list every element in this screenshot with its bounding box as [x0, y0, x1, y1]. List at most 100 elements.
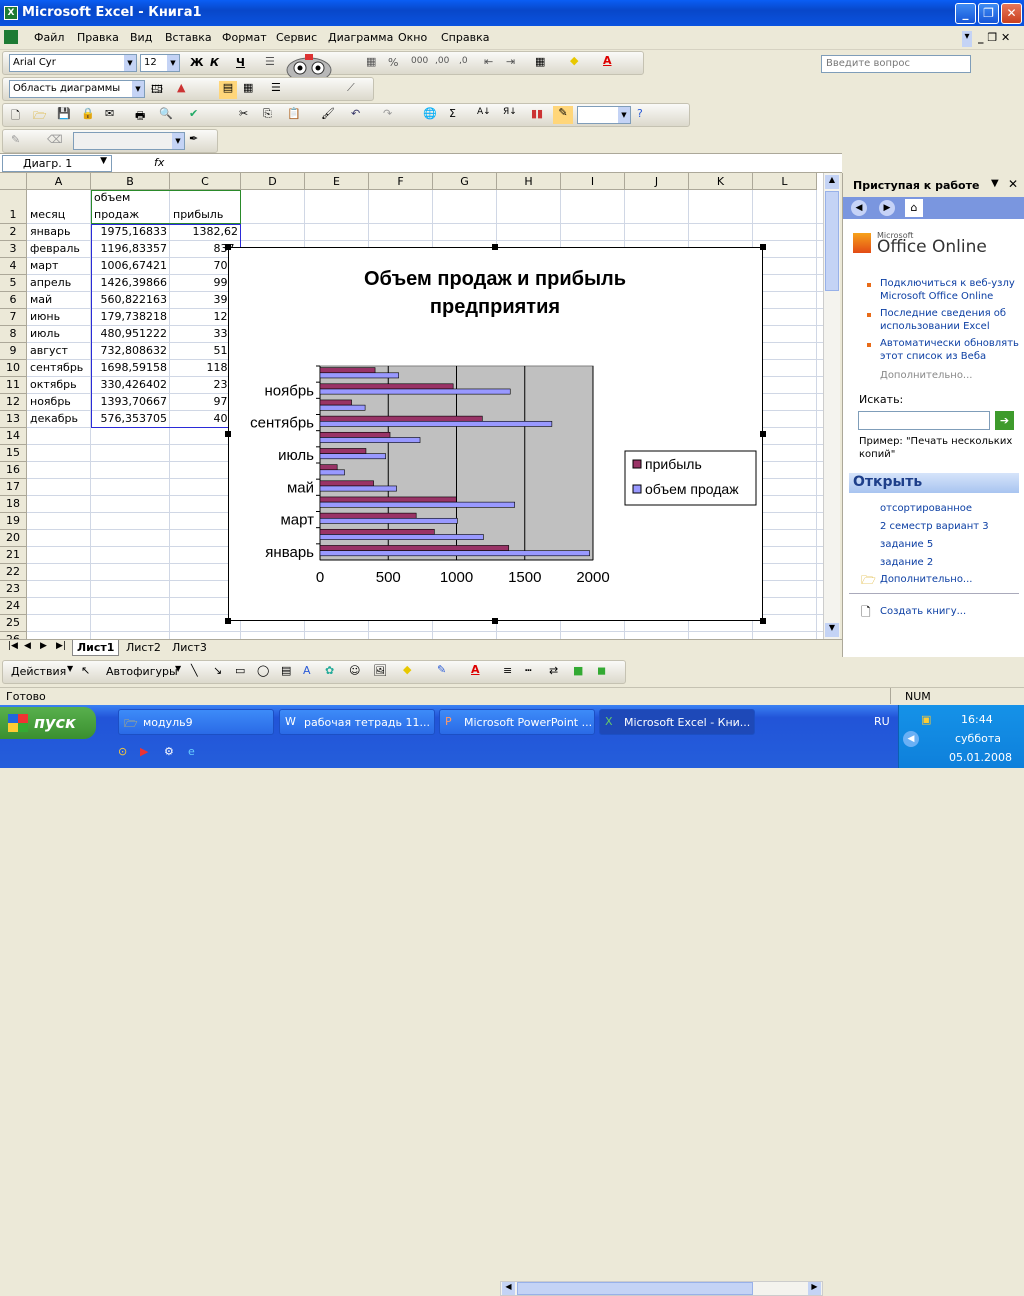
row-header[interactable]: 8 [0, 326, 27, 343]
column-header[interactable]: C [170, 173, 241, 190]
menu-format[interactable]: Формат [222, 31, 267, 44]
draw-font-color-icon[interactable]: A [471, 663, 480, 676]
column-header[interactable]: L [753, 173, 817, 190]
row-header[interactable]: 7 [0, 309, 27, 326]
chart-svg[interactable]: Объем продаж и прибыль предприятия 0 500 1… [229, 248, 764, 622]
chevron-down-icon[interactable]: ▼ [167, 55, 179, 71]
bar-profit[interactable] [319, 448, 367, 454]
bar-sales[interactable] [319, 534, 484, 540]
tab-nav-last-icon[interactable]: ▶| [52, 640, 70, 656]
column-header[interactable]: D [241, 173, 305, 190]
zoom-combo[interactable]: ▼ [577, 106, 631, 124]
bar-profit[interactable] [319, 496, 457, 503]
tab-nav-next-icon[interactable]: ▶ [36, 640, 51, 656]
arrow-icon[interactable]: ↘ [213, 664, 222, 677]
menu-chart[interactable]: Диаграмма [328, 31, 393, 44]
format-chart-area-icon[interactable]: 🖽 [151, 81, 163, 100]
row-header[interactable]: 11 [0, 377, 27, 394]
row-header[interactable]: 3 [0, 241, 27, 258]
task-workbook-doc[interactable]: Wрабочая тетрадь 11... [279, 709, 435, 735]
resize-handle-mr[interactable] [760, 431, 766, 437]
resize-handle-bl[interactable] [225, 618, 231, 624]
paste-icon[interactable]: 📋 [287, 107, 301, 120]
cell-month[interactable]: июль [30, 327, 88, 340]
quicklaunch-icon-2[interactable]: ▶ [140, 745, 148, 758]
row-header[interactable]: 12 [0, 394, 27, 411]
clock-time[interactable]: 16:44 [961, 713, 993, 726]
chart-type-icon[interactable]: ▲ [177, 81, 185, 94]
decrease-indent-icon[interactable]: ⇤ [484, 55, 493, 68]
chevron-down-icon[interactable]: ▼ [172, 133, 184, 149]
draw-fill-color-icon[interactable]: ◆ [403, 663, 411, 676]
task-excel[interactable]: X Microsoft Excel - Кни... [599, 709, 755, 735]
copy-icon[interactable]: ⎘ [263, 107, 272, 121]
comment-icon[interactable]: ✎ [11, 133, 20, 146]
oval-icon[interactable]: ◯ [257, 664, 269, 677]
print-preview-icon[interactable]: 🔍 [159, 107, 173, 120]
name-box[interactable]: Диагр. 1 ▼ [2, 155, 112, 172]
tab-sheet2[interactable]: Лист2 [122, 640, 165, 656]
row-header[interactable]: 2 [0, 224, 27, 241]
recent-file-3[interactable]: задание 5 [880, 538, 933, 551]
bar-profit[interactable] [319, 431, 391, 438]
bar-sales[interactable] [319, 404, 366, 411]
column-header[interactable]: E [305, 173, 369, 190]
spelling-icon[interactable]: ✔ [189, 107, 198, 120]
new-icon[interactable]: 🗋 [11, 107, 20, 126]
cell-month[interactable]: январь [30, 225, 88, 238]
menu-file[interactable]: Файл [34, 31, 64, 44]
bar-profit[interactable] [319, 383, 454, 390]
row-header[interactable]: 16 [0, 462, 27, 479]
menu-insert[interactable]: Вставка [165, 31, 212, 44]
close-button[interactable]: ✕ [1001, 3, 1022, 24]
wordart-icon[interactable]: A [303, 664, 311, 677]
bar-sales[interactable] [319, 469, 345, 476]
quicklaunch-icon-1[interactable]: ⊙ [118, 745, 127, 758]
maximize-button[interactable]: ❐ [978, 3, 999, 24]
tray-expand-icon[interactable]: ◀ [903, 731, 919, 747]
align-left-icon[interactable]: ☰ [265, 55, 275, 68]
textbox-icon[interactable]: ▤ [281, 664, 291, 677]
resize-handle-tr[interactable] [760, 244, 766, 250]
row-header[interactable]: 13 [0, 411, 27, 428]
clipart-icon[interactable]: ☺ [349, 664, 360, 677]
column-header[interactable]: A [27, 173, 91, 190]
font-color-icon[interactable]: A [603, 54, 612, 67]
cell-month[interactable]: август [30, 344, 88, 357]
rectangle-icon[interactable]: ▭ [235, 664, 245, 677]
task-pane-menu-icon[interactable]: ▼ [991, 178, 999, 189]
ask-dropdown-arrow[interactable]: ▾ [962, 31, 972, 47]
resize-handle-tc[interactable] [492, 244, 498, 250]
cell-month[interactable]: апрель [30, 276, 88, 289]
link-excel-news[interactable]: Последние сведения об использовании Exce… [880, 307, 1020, 333]
cell-month[interactable]: март [30, 259, 88, 272]
drawing-icon[interactable]: ✎ [553, 106, 573, 124]
cell-month[interactable]: ноябрь [30, 395, 88, 408]
row-header[interactable]: 25 [0, 615, 27, 632]
recent-file-2[interactable]: 2 семестр вариант 3 [880, 520, 989, 533]
redo-icon[interactable]: ↷ [383, 107, 392, 120]
column-header[interactable]: J [625, 173, 689, 190]
menu-view[interactable]: Вид [130, 31, 152, 44]
permission-icon[interactable]: 🔒 [81, 107, 95, 120]
language-indicator[interactable]: RU [874, 715, 890, 728]
select-objects-icon[interactable]: ↖ [81, 664, 90, 677]
increase-indent-icon[interactable]: ⇥ [506, 55, 515, 68]
column-header[interactable]: I [561, 173, 625, 190]
bar-sales[interactable] [319, 550, 590, 557]
font-name-combo[interactable]: Arial Cyr ▼ [9, 54, 137, 72]
recent-file-1[interactable]: отсортированное [880, 502, 972, 515]
sort-ascending-icon[interactable]: A↓ [477, 107, 491, 117]
scroll-left-icon[interactable]: ◀ [502, 1282, 515, 1295]
row-header[interactable]: 26 [0, 632, 27, 639]
bar-profit[interactable] [319, 512, 417, 519]
hscroll-thumb[interactable] [517, 1282, 753, 1295]
chevron-down-icon[interactable]: ▼ [618, 107, 630, 123]
line-icon[interactable]: ╲ [191, 664, 198, 677]
row-header[interactable]: 1 [0, 190, 27, 224]
column-header[interactable]: H [497, 173, 561, 190]
cell-month[interactable]: май [30, 293, 88, 306]
row-header[interactable]: 10 [0, 360, 27, 377]
cell-month[interactable]: сентябрь [30, 361, 88, 374]
cell-header-month[interactable]: месяц [30, 208, 88, 221]
